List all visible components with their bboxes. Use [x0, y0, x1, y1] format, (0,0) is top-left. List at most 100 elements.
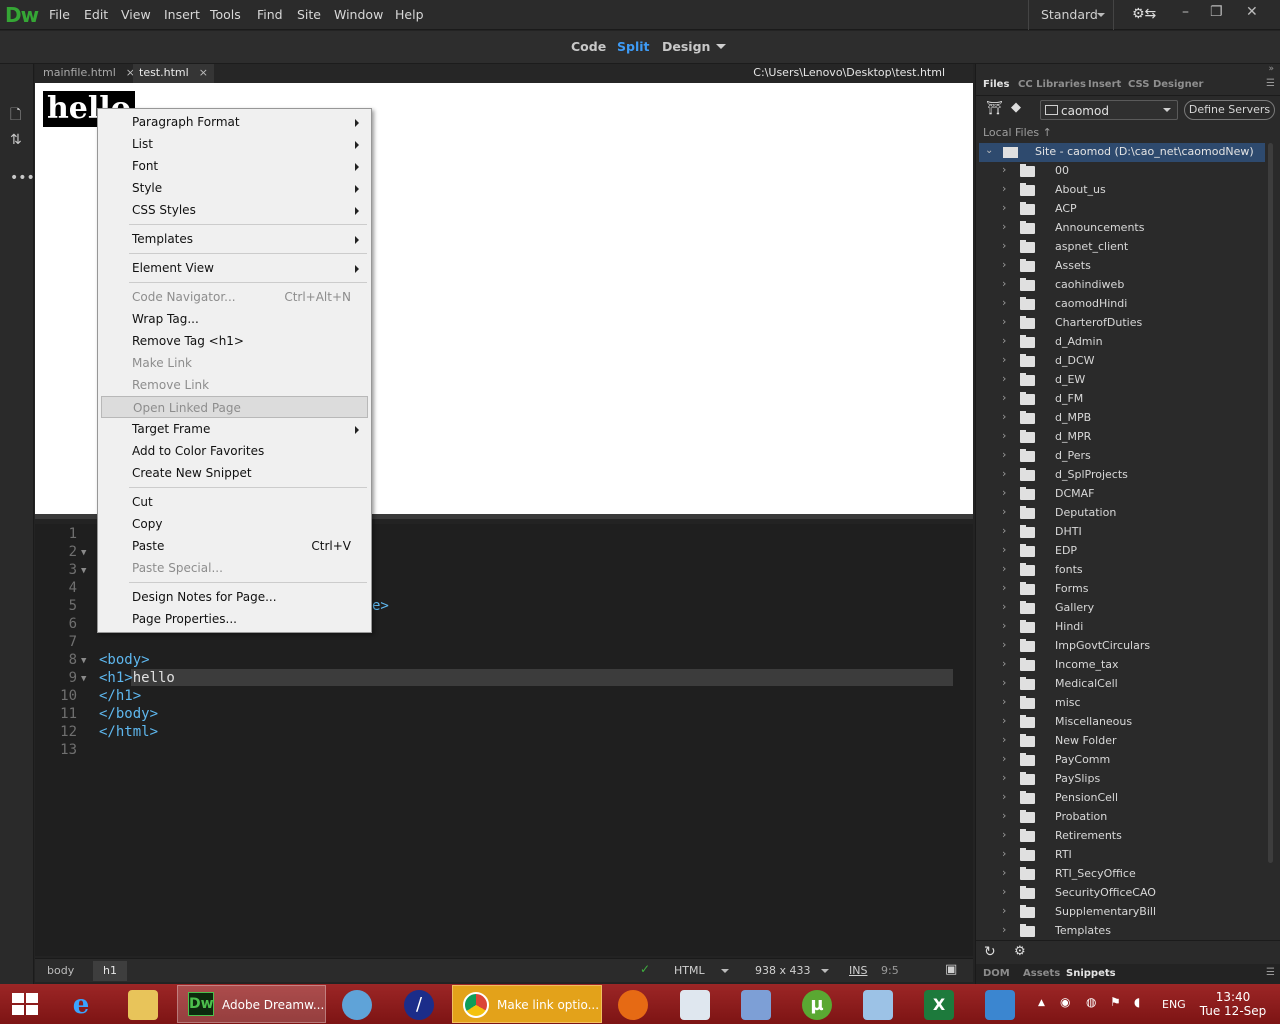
menu-item-font[interactable]: Font — [101, 155, 368, 177]
menu-item-list[interactable]: List — [101, 133, 368, 155]
tab-snippets[interactable]: Snippets — [1066, 968, 1116, 979]
tree-folder-row[interactable]: › d_DCW — [976, 352, 1266, 371]
tab-cc-libraries[interactable]: CC Libraries — [1018, 79, 1086, 90]
tree-folder-row[interactable]: › d_MPR — [976, 428, 1266, 447]
menu-insert[interactable]: Insert — [164, 7, 200, 22]
close-tab-icon[interactable]: × — [199, 66, 208, 79]
chevron-right-icon[interactable]: › — [1002, 600, 1006, 613]
tree-folder-row[interactable]: › Assets — [976, 257, 1266, 276]
code-view-button[interactable]: Code — [571, 39, 606, 54]
chevron-right-icon[interactable]: › — [1002, 771, 1006, 784]
tree-folder-row[interactable]: › New Folder — [976, 732, 1266, 751]
chevron-right-icon[interactable]: › — [1002, 714, 1006, 727]
explorer-icon[interactable] — [128, 990, 158, 1020]
chevron-right-icon[interactable]: › — [1002, 885, 1006, 898]
collapse-icon[interactable]: » — [1268, 64, 1274, 74]
tree-folder-row[interactable]: › fonts — [976, 561, 1266, 580]
fold-icon[interactable]: ▼ — [81, 674, 86, 684]
menu-item-style[interactable]: Style — [101, 177, 368, 199]
menu-view[interactable]: View — [121, 7, 151, 22]
chevron-right-icon[interactable]: › — [1002, 372, 1006, 385]
tree-folder-row[interactable]: › MedicalCell — [976, 675, 1266, 694]
tree-folder-row[interactable]: › misc — [976, 694, 1266, 713]
git-icon[interactable]: ◆ — [1011, 100, 1021, 115]
chevron-right-icon[interactable]: › — [1002, 790, 1006, 803]
chevron-right-icon[interactable]: › — [1002, 562, 1006, 575]
chevron-right-icon[interactable]: › — [1002, 163, 1006, 176]
menu-item-remove-tag-h1[interactable]: Remove Tag <h1> — [101, 330, 368, 352]
tree-folder-row[interactable]: › RTI_SecyOffice — [976, 865, 1266, 884]
chevron-right-icon[interactable]: › — [1002, 201, 1006, 214]
menu-item-code-navigator[interactable]: Code Navigator... Ctrl+Alt+N — [101, 286, 368, 308]
more-icon[interactable]: ••• — [10, 170, 35, 186]
tree-folder-row[interactable]: › DHTI — [976, 523, 1266, 542]
tree-folder-row[interactable]: › d_EW — [976, 371, 1266, 390]
tray-flag-icon[interactable]: ⚑ — [1110, 995, 1121, 1009]
fold-icon[interactable]: ▼ — [81, 548, 86, 558]
tree-folder-row[interactable]: › CharterofDuties — [976, 314, 1266, 333]
tree-folder-row[interactable]: › 00 — [976, 162, 1266, 181]
menu-edit[interactable]: Edit — [84, 7, 108, 22]
tree-folder-row[interactable]: › SupplementaryBill — [976, 903, 1266, 922]
menu-item-templates[interactable]: Templates — [101, 228, 368, 250]
tree-folder-row[interactable]: › Hindi — [976, 618, 1266, 637]
refresh-icon[interactable]: ↻ — [984, 944, 996, 960]
sync-settings-icon[interactable]: ⚙⇆ — [1132, 6, 1156, 22]
tree-folder-row[interactable]: › Probation — [976, 808, 1266, 827]
sync-icon[interactable]: ⚙ — [1014, 944, 1026, 959]
remote-desktop-icon[interactable] — [985, 990, 1015, 1020]
sort-icon[interactable]: ⇅ — [10, 132, 22, 148]
panel-menu-icon[interactable]: ☰ — [1266, 967, 1275, 978]
restore-button[interactable]: ❐ — [1210, 4, 1223, 20]
panel-menu-icon[interactable]: ☰ — [1266, 78, 1275, 89]
ie-icon[interactable]: e — [66, 990, 96, 1020]
menu-item-element-view[interactable]: Element View — [101, 257, 368, 279]
chevron-right-icon[interactable]: › — [1002, 467, 1006, 480]
chevron-right-icon[interactable]: › — [1002, 296, 1006, 309]
chevron-right-icon[interactable]: › — [1002, 581, 1006, 594]
menu-window[interactable]: Window — [334, 7, 383, 22]
menu-help[interactable]: Help — [395, 7, 424, 22]
taskbar-dreamweaver[interactable]: Dw Adobe Dreamw... — [177, 985, 326, 1023]
tray-app-icon[interactable]: ◉ — [1060, 995, 1070, 1009]
tab-files[interactable]: Files — [983, 79, 1009, 90]
tree-folder-row[interactable]: › aspnet_client — [976, 238, 1266, 257]
clock[interactable]: 13:40 Tue 12-Sep — [1198, 990, 1268, 1018]
start-icon[interactable] — [12, 993, 38, 1015]
tree-folder-row[interactable]: › ACP — [976, 200, 1266, 219]
chevron-right-icon[interactable]: › — [1002, 353, 1006, 366]
menu-file[interactable]: File — [49, 7, 70, 22]
tree-folder-row[interactable]: › d_SplProjects — [976, 466, 1266, 485]
tray-network-icon[interactable]: ◍ — [1086, 995, 1096, 1009]
menu-tools[interactable]: Tools — [210, 7, 241, 22]
excel-icon[interactable]: X — [924, 990, 954, 1020]
chevron-right-icon[interactable]: › — [1002, 315, 1006, 328]
split-view-button[interactable]: Split — [617, 39, 650, 54]
tree-folder-row[interactable]: › Announcements — [976, 219, 1266, 238]
tree-folder-row[interactable]: › d_Admin — [976, 333, 1266, 352]
firefox-icon[interactable] — [618, 990, 648, 1020]
tree-folder-row[interactable]: › ImpGovtCirculars — [976, 637, 1266, 656]
tag-selector-body[interactable]: body — [37, 961, 84, 981]
menu-item-copy[interactable]: Copy — [101, 513, 368, 535]
menu-item-paragraph-format[interactable]: Paragraph Format — [101, 111, 368, 133]
chevron-right-icon[interactable]: › — [1002, 847, 1006, 860]
chevron-right-icon[interactable]: › — [1002, 923, 1006, 936]
chevron-right-icon[interactable]: › — [1002, 809, 1006, 822]
window-size-select[interactable]: 938 x 433 — [747, 964, 833, 980]
taskbar-chrome[interactable]: Make link optio... — [452, 985, 602, 1023]
tree-folder-row[interactable]: › PayComm — [976, 751, 1266, 770]
chevron-right-icon[interactable]: › — [1002, 448, 1006, 461]
tree-folder-row[interactable]: › Income_tax — [976, 656, 1266, 675]
chevron-right-icon[interactable]: › — [1002, 505, 1006, 518]
notepad-icon[interactable] — [863, 990, 893, 1020]
tree-folder-row[interactable]: › About_us — [976, 181, 1266, 200]
tree-folder-row[interactable]: › DCMAF — [976, 485, 1266, 504]
tree-folder-row[interactable]: › Forms — [976, 580, 1266, 599]
menu-item-css-styles[interactable]: CSS Styles — [101, 199, 368, 221]
network-app-icon[interactable] — [342, 990, 372, 1020]
tree-folder-row[interactable]: › Templates — [976, 922, 1266, 938]
fold-icon[interactable]: ▼ — [81, 656, 86, 666]
tree-folder-row[interactable]: › Gallery — [976, 599, 1266, 618]
tree-folder-row[interactable]: › PensionCell — [976, 789, 1266, 808]
